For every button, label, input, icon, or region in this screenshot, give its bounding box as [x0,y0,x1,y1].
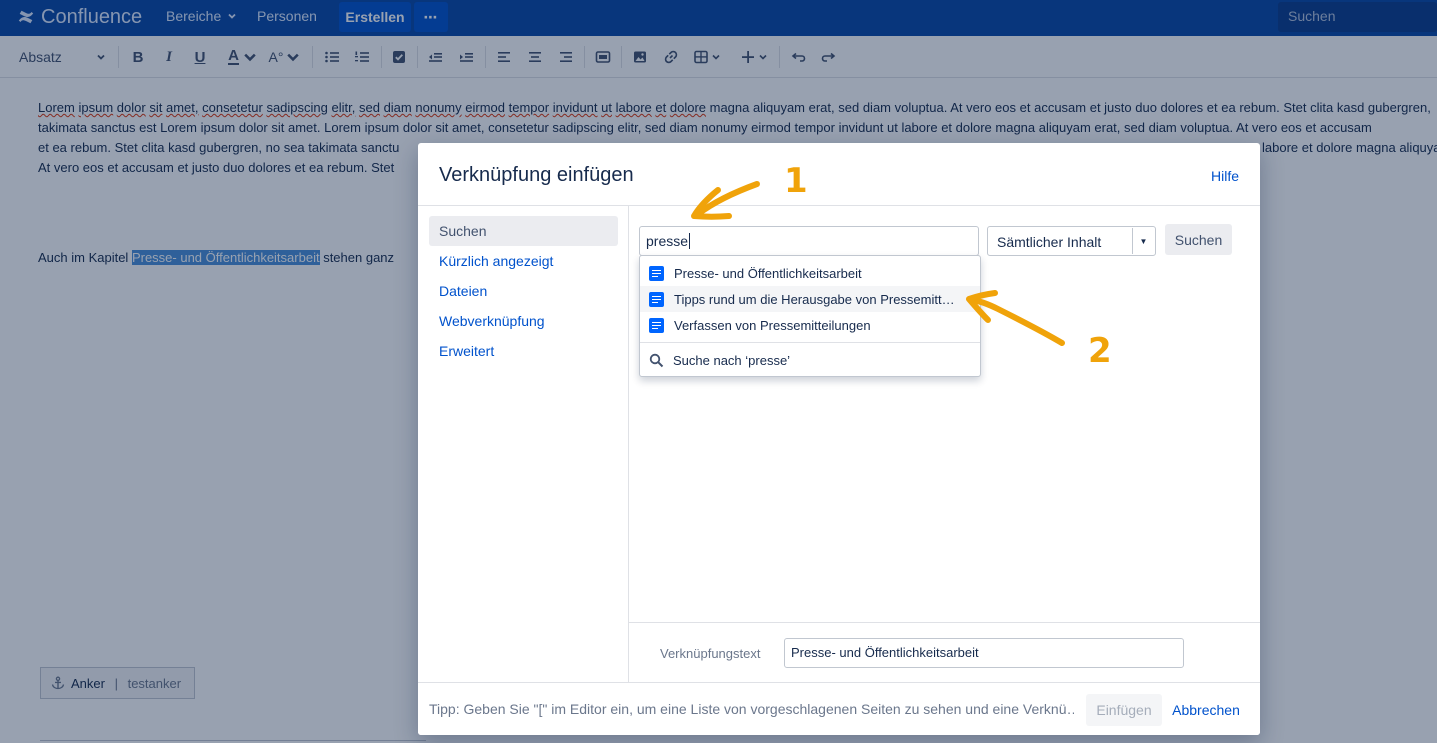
link-text-label: Verknüpfungstext [660,646,761,661]
insert-button[interactable]: Einfügen [1086,694,1162,726]
suggestion-item[interactable]: Verfassen von Pressemitteilungen [640,312,980,338]
search-suggestions-dropdown: Presse- und Öffentlichkeitsarbeit Tipps … [639,255,981,377]
dialog-sidebar: Suchen Kürzlich angezeigt Dateien Webver… [418,206,628,682]
dropdown-arrow-icon: ▼ [1132,228,1154,254]
suggestion-title: Presse- und Öffentlichkeitsarbeit [674,265,862,281]
dialog-sidebar-divider [628,206,629,682]
tab-files[interactable]: Dateien [429,276,618,306]
dialog-title: Verknüpfung einfügen [439,164,634,186]
text-cursor [689,233,691,249]
tab-recently-viewed[interactable]: Kürzlich angezeigt [429,246,618,276]
page-icon [649,317,664,333]
content-scope-select[interactable]: Sämtlicher Inhalt ▼ [987,226,1156,256]
cancel-button[interactable]: Abbrechen [1168,694,1244,726]
search-button[interactable]: Suchen [1165,224,1232,255]
insert-link-dialog: Verknüpfung einfügen Hilfe Suchen Kürzli… [418,143,1260,735]
help-link[interactable]: Hilfe [1211,168,1239,184]
suggestion-title: Verfassen von Pressemitteilungen [674,317,871,333]
content-scope-value: Sämtlicher Inhalt [997,234,1102,250]
link-text-divider [628,622,1260,623]
link-search-value: presse [646,233,689,249]
suggestion-item[interactable]: Tipps rund um die Herausgabe von Pressem… [640,286,980,312]
tab-search[interactable]: Suchen [429,216,618,246]
link-search-input[interactable]: presse [639,226,979,256]
link-text-input[interactable]: Presse- und Öffentlichkeitsarbeit [784,638,1184,668]
search-icon [649,353,664,367]
dropdown-divider [640,342,980,343]
suggestion-title: Tipps rund um die Herausgabe von Pressem… [674,291,955,307]
tab-web-link[interactable]: Webverknüpfung [429,306,618,336]
page-icon [649,265,664,281]
dialog-footer: Tipp: Geben Sie "[" im Editor ein, um ei… [418,682,1260,735]
tip-text: Tipp: Geben Sie "[" im Editor ein, um ei… [429,701,1074,717]
page-icon [649,291,664,307]
tab-advanced[interactable]: Erweitert [429,336,618,366]
search-for-item[interactable]: Suche nach ‘presse’ [640,347,980,373]
suggestion-item[interactable]: Presse- und Öffentlichkeitsarbeit [640,260,980,286]
search-for-label: Suche nach ‘presse’ [673,352,791,368]
